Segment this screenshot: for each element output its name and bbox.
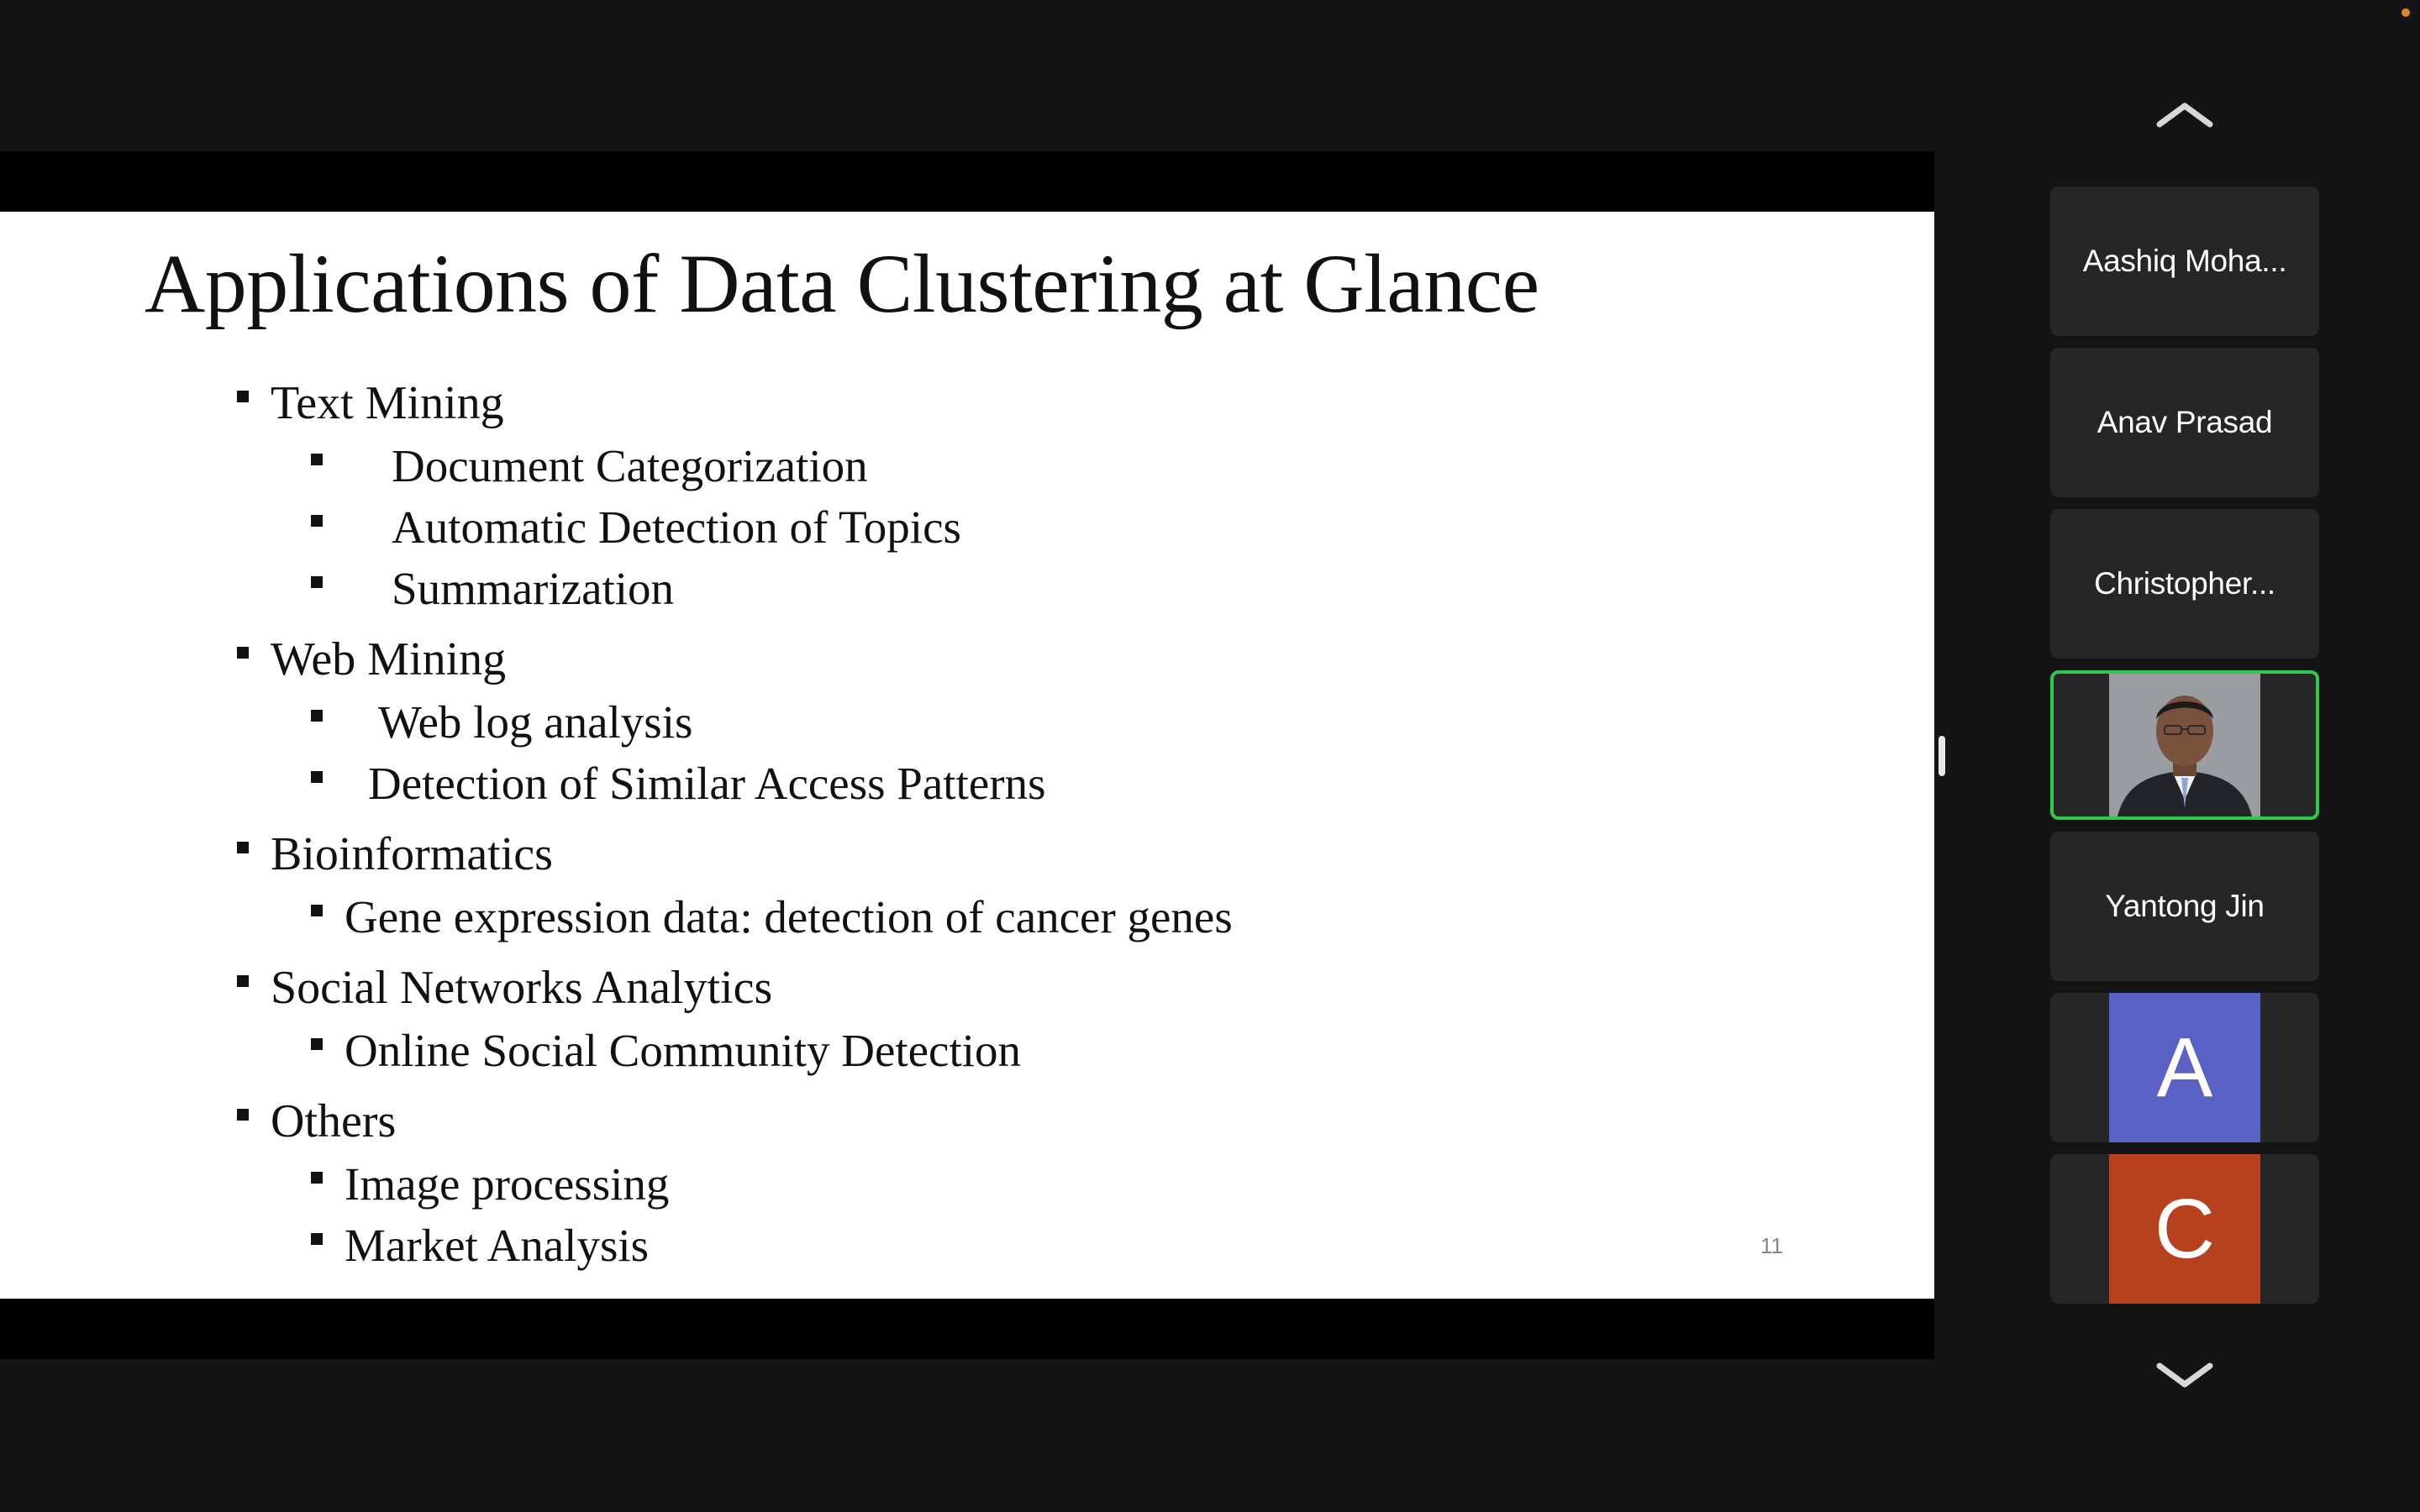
participant-name: Christopher... <box>2094 566 2275 601</box>
sub-bullet-list: Online Social Community Detection <box>237 1020 1233 1081</box>
participant-name: Yantong Jin <box>2105 889 2265 923</box>
bullet-label: Social Networks Analytics <box>271 962 773 1014</box>
sub-bullet-item: Gene expression data: detection of cance… <box>311 886 1233 948</box>
active-speaker-tile[interactable] <box>2050 670 2319 820</box>
sub-bullet-label: Summarization <box>392 563 675 614</box>
participant-name: Aashiq Moha... <box>2082 244 2287 278</box>
presentation-slide: Applications of Data Clustering at Glanc… <box>0 212 1934 1299</box>
bullet-label: Bioinformatics <box>271 828 553 880</box>
participant-tile[interactable]: Christopher... <box>2050 509 2319 659</box>
square-bullet-icon <box>237 391 249 402</box>
bullet-list: Text Mining Document Categorization Auto… <box>237 371 1233 1284</box>
bullet-item: Others Image processing Market Analysis <box>237 1089 1233 1276</box>
meeting-window: Applications of Data Clustering at Glanc… <box>0 0 2420 1512</box>
sub-bullet-list: Web log analysis Detection of Similar Ac… <box>237 691 1233 814</box>
bullet-label: Web Mining <box>271 633 507 685</box>
sub-bullet-item: Market Analysis <box>311 1215 1233 1276</box>
sub-bullet-label: Gene expression data: detection of cance… <box>345 891 1233 942</box>
sub-bullet-label: Web log analysis <box>378 696 693 748</box>
sub-bullet-label: Image processing <box>345 1158 670 1210</box>
shared-screen[interactable]: Applications of Data Clustering at Glanc… <box>0 151 1934 1359</box>
square-bullet-icon <box>237 647 249 659</box>
square-bullet-icon <box>311 1037 323 1050</box>
participant-name: Anav Prasad <box>2096 405 2273 439</box>
sub-bullet-label: Online Social Community Detection <box>345 1025 1022 1076</box>
sub-bullet-item: Summarization <box>311 558 1233 619</box>
sub-bullet-list: Image processing Market Analysis <box>237 1153 1233 1276</box>
sub-bullet-label: Automatic Detection of Topics <box>392 501 961 553</box>
participant-tile[interactable]: Yantong Jin <box>2050 832 2319 981</box>
sub-bullet-item: Detection of Similar Access Patterns <box>311 753 1233 814</box>
bullet-label: Text Mining <box>271 377 504 429</box>
square-bullet-icon <box>311 904 323 916</box>
participant-video <box>2109 674 2260 816</box>
sub-bullet-item: Automatic Detection of Topics <box>311 496 1233 558</box>
square-bullet-icon <box>311 709 323 722</box>
sub-bullet-item: Web log analysis <box>311 691 1233 753</box>
person-video-icon <box>2109 674 2260 816</box>
recording-indicator <box>2402 8 2410 17</box>
chevron-down-icon[interactable] <box>2151 1351 2218 1401</box>
sub-bullet-label: Market Analysis <box>345 1220 650 1271</box>
sub-bullet-item: Document Categorization <box>311 435 1233 496</box>
square-bullet-icon <box>311 575 323 588</box>
chevron-up-icon[interactable] <box>2151 89 2218 139</box>
slide-page-number: 11 <box>1760 1233 1783 1258</box>
participant-avatar: C <box>2109 1154 2260 1304</box>
square-bullet-icon <box>311 1232 323 1245</box>
square-bullet-icon <box>311 514 323 527</box>
bullet-item: Social Networks Analytics Online Social … <box>237 956 1233 1081</box>
square-bullet-icon <box>237 842 249 853</box>
sub-bullet-label: Document Categorization <box>392 440 868 491</box>
bullet-item: Text Mining Document Categorization Auto… <box>237 371 1233 619</box>
bullet-label: Others <box>271 1095 397 1147</box>
slide-title: Applications of Data Clustering at Glanc… <box>145 237 1539 330</box>
square-bullet-icon <box>237 1109 249 1121</box>
sub-bullet-list: Document Categorization Automatic Detect… <box>237 435 1233 619</box>
participant-tile[interactable]: C <box>2050 1154 2319 1304</box>
sub-bullet-item: Online Social Community Detection <box>311 1020 1233 1081</box>
square-bullet-icon <box>311 1171 323 1184</box>
square-bullet-icon <box>311 453 323 465</box>
sub-bullet-label: Detection of Similar Access Patterns <box>368 758 1046 809</box>
participant-tile[interactable]: Aashiq Moha... <box>2050 186 2319 336</box>
participant-tile[interactable]: Anav Prasad <box>2050 348 2319 497</box>
sub-bullet-list: Gene expression data: detection of cance… <box>237 886 1233 948</box>
sub-bullet-item: Image processing <box>311 1153 1233 1215</box>
participants-strip: Aashiq Moha... Anav Prasad Christopher..… <box>2050 0 2319 1512</box>
bullet-item: Bioinformatics Gene expression data: det… <box>237 822 1233 948</box>
square-bullet-icon <box>237 975 249 987</box>
participant-tile[interactable]: A <box>2050 993 2319 1142</box>
square-bullet-icon <box>311 770 323 783</box>
participant-avatar: A <box>2109 993 2260 1142</box>
bullet-item: Web Mining Web log analysis Detection of… <box>237 627 1233 814</box>
panel-resize-handle[interactable] <box>1939 736 1945 776</box>
